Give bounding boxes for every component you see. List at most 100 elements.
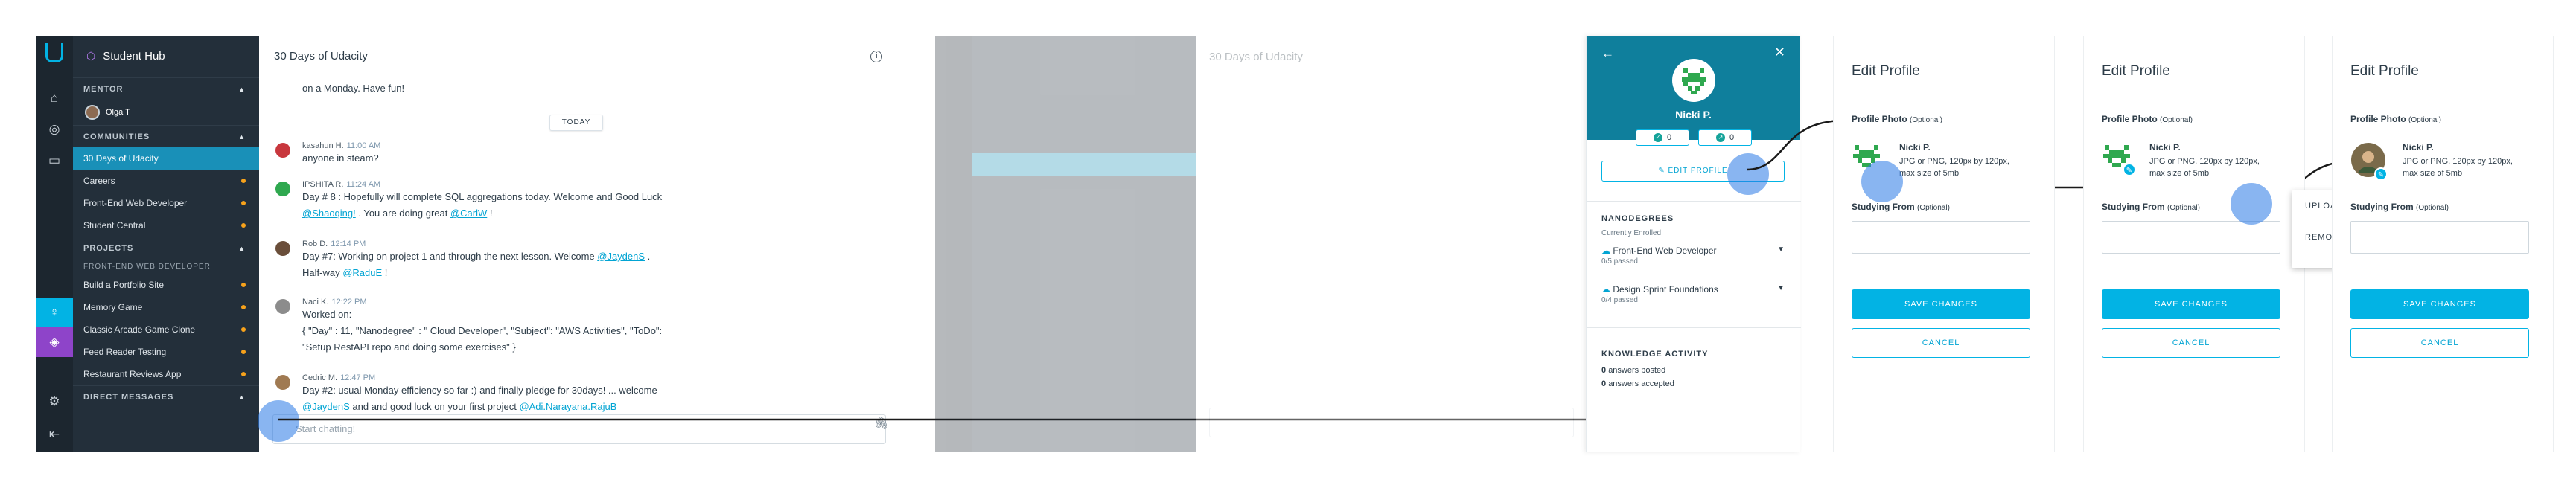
avatar [85,105,100,120]
info-icon[interactable]: i [870,50,882,62]
collapse-icon: ▲ [238,244,246,252]
tap-indicator [1861,161,1903,202]
sidebar-item-fewd[interactable]: Front-End Web Developer [73,192,259,214]
message-meta: Naci K. 12:22 PM [302,298,886,306]
sidebar-item-restaurant[interactable]: Restaurant Reviews App [73,363,259,385]
mention-link[interactable]: @RaduE [342,267,382,278]
timestamp: 11:00 AM [346,141,381,150]
save-changes-button[interactable]: SAVE CHANGES [2350,289,2529,319]
avatar[interactable] [275,143,290,158]
inbox-icon[interactable]: ▭ [47,153,62,168]
studying-from-field[interactable] [2350,221,2529,254]
avatar[interactable] [275,182,290,196]
sidebar-item-student-central[interactable]: Student Central [73,214,259,237]
section-mentor[interactable]: MENTOR ▲ [73,77,259,100]
author-name[interactable]: Naci K. [302,298,328,306]
edit-photo-icon[interactable]: ✎ [2374,167,2388,181]
gear-icon[interactable]: ⚙ [47,394,62,409]
compass-icon[interactable]: ◎ [47,122,62,137]
message-text: Day #2: usual Monday efficiency so far :… [302,382,886,399]
message-list[interactable]: on a Monday. Have fun! TODAY kasahun H. 1… [259,77,899,412]
save-changes-button[interactable]: SAVE CHANGES [1852,289,2030,319]
logout-icon[interactable]: ⇤ [47,427,62,442]
unread-dot [241,201,246,205]
author-name[interactable]: IPSHITA R. [302,180,343,189]
stat-badge: ✓ 0 [1636,129,1689,146]
chat-header: 30 Days of Udacity i [259,36,899,77]
section-projects[interactable]: PROJECTS ▲ [73,237,259,259]
message-fragment: Worked on: [302,309,352,320]
mention-link[interactable]: @Shaoqing! [302,208,356,219]
label-text: Studying From [2102,202,2165,212]
sidebar-item-careers[interactable]: Careers [73,170,259,192]
timestamp: 12:47 PM [340,373,376,382]
date-divider: TODAY [549,115,603,131]
photo-hint: JPG or PNG, 120px by 120px, max size of … [2403,157,2513,178]
message-text: anyone in steam? [302,150,886,167]
avatar[interactable] [275,241,290,256]
avatar[interactable] [275,375,290,390]
udacity-logo-icon [45,43,63,62]
cancel-button[interactable]: CANCEL [2102,328,2280,358]
section-communities[interactable]: COMMUNITIES ▲ [73,125,259,147]
label-text: Profile Photo [2102,114,2158,124]
author-name[interactable]: Cedric M. [302,373,337,382]
photo-hint: JPG or PNG, 120px by 120px, max size of … [1899,157,2009,178]
edit-profile-panel: Edit Profile Profile Photo (Optional) ✎ … [2332,36,2554,452]
channel-title: 30 Days of Udacity [274,50,368,62]
chevron-down-icon[interactable]: ▼ [1777,245,1785,254]
sidebar-item-arcade[interactable]: Classic Arcade Game Clone [73,318,259,341]
edit-photo-icon[interactable]: ✎ [2123,163,2136,176]
studying-from-field[interactable] [1852,221,2030,254]
sidebar-item-feed-reader[interactable]: Feed Reader Testing [73,341,259,363]
badge-icon: ↗ [1715,133,1725,142]
chevron-down-icon[interactable]: ▼ [1777,284,1785,292]
answers-accepted: 0 answers accepted [1601,379,1674,388]
sidebar-item-30-days[interactable]: 30 Days of Udacity [73,147,259,170]
sidebar-item-memory-game[interactable]: Memory Game [73,296,259,318]
back-arrow-icon[interactable]: ← [1601,46,1614,61]
save-changes-button[interactable]: SAVE CHANGES [2102,289,2280,319]
edit-name: Nicki P. [2403,142,2434,152]
cancel-button[interactable]: CANCEL [2350,328,2529,358]
mention-link[interactable]: @JaydenS [597,251,645,262]
optional-text: (Optional) [2160,116,2193,124]
studying-from-field[interactable] [2102,221,2280,254]
faded-chat: 30 Days of Udacity [1196,36,1586,452]
sidebar-header: ⬡ Student Hub [73,36,259,77]
stat-count: 0 [1666,133,1672,142]
faded-sidebar [972,36,1196,452]
faded-input [1209,408,1574,437]
list-item: on a Monday. Have fun! [275,80,886,97]
mention-link[interactable]: @CarlW [450,208,487,219]
close-icon[interactable]: ✕ [1774,45,1785,60]
optional-text: (Optional) [1917,204,1950,212]
profile-avatar [1672,59,1715,102]
message-text: { "Day" : 11, "Nanodegree" : " Cloud Dev… [302,323,886,339]
message-fragment: Day #7: Working on project 1 and through… [302,251,598,262]
nanodegree-item[interactable]: ☁ Front-End Web Developer 0/5 passed ▼ [1601,245,1788,266]
mentor-item[interactable]: Olga T [73,100,259,125]
author-name[interactable]: Rob D. [302,240,328,248]
home-icon[interactable]: ⌂ [47,91,62,106]
profile-panel: ← ✕ Nicki P. ✓ 0 ↗ 0 ✎ EDIT PROFILE NANODE… [1586,36,1801,452]
nanodegrees-title: NANODEGREES [1601,214,1674,223]
section-direct-messages[interactable]: DIRECT MESSAGES ▲ [73,385,259,408]
section-label: PROJECTS [83,243,134,253]
author-name[interactable]: kasahun H. [302,141,344,150]
sidebar-item-label: Classic Arcade Game Clone [83,324,196,335]
label-text: Studying From [1852,202,1915,212]
nanodegree-item[interactable]: ☁ Design Sprint Foundations 0/4 passed ▼ [1601,284,1788,304]
hub-button[interactable]: ◈ [36,327,73,357]
unread-dot [241,372,246,376]
timestamp: 11:24 AM [346,180,381,189]
bulb-button[interactable]: ♀ [36,298,73,327]
message-text: on a Monday. Have fun! [302,83,405,94]
message-meta: kasahun H. 11:00 AM [302,141,886,150]
message-text: Day # 8 : Hopefully will complete SQL ag… [302,189,886,205]
cancel-button[interactable]: CANCEL [1852,328,2030,358]
sidebar-item-portfolio[interactable]: Build a Portfolio Site [73,274,259,296]
answers-posted: 0 answers posted [1601,366,1665,375]
message-meta: Rob D. 12:14 PM [302,240,886,248]
avatar[interactable] [275,299,290,314]
